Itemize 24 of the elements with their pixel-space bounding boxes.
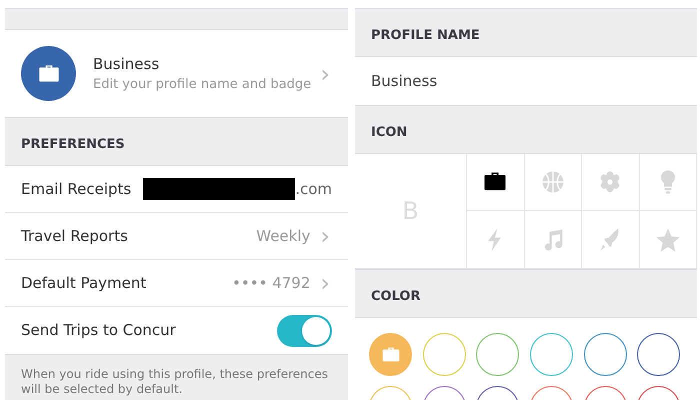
row-label: Default Payment <box>21 272 148 294</box>
toggle-switch[interactable] <box>277 314 332 346</box>
row-label: Travel Reports <box>21 226 129 247</box>
row-label: Send Trips to Concur <box>21 320 177 342</box>
profile-name: Business <box>93 54 160 74</box>
color-swatch[interactable] <box>530 333 573 376</box>
row-label: Email Receipts <box>21 178 132 200</box>
row-value: .com <box>295 178 332 200</box>
chevron-icon: › <box>320 62 330 86</box>
section-title: COLOR <box>371 288 420 306</box>
section-title: PROFILE NAME <box>371 26 480 44</box>
footer-note: When you ride using this profile, these preferences will be selected by default. <box>21 367 330 397</box>
chevron-icon: › <box>320 271 330 295</box>
section-title: ICON <box>371 124 408 142</box>
color-swatch[interactable] <box>369 333 412 376</box>
color-swatch[interactable] <box>476 333 520 376</box>
color-swatch[interactable] <box>637 333 680 376</box>
icon-option[interactable] <box>467 154 524 211</box>
section-title: PREFERENCES <box>21 136 125 154</box>
chevron-icon: › <box>320 224 330 248</box>
profile-subtitle: Edit your profile name and badge <box>93 76 312 94</box>
row-value: •••• 4792 <box>232 272 310 294</box>
color-swatch[interactable] <box>584 333 627 376</box>
row-value: Weekly <box>256 226 310 247</box>
